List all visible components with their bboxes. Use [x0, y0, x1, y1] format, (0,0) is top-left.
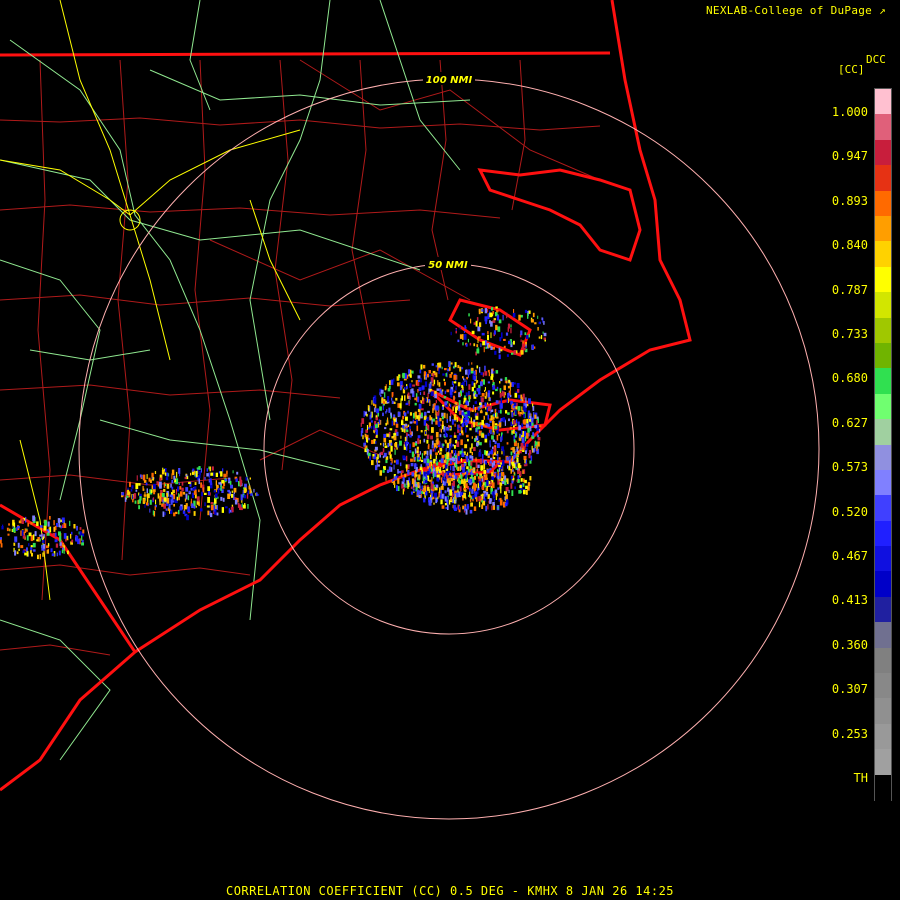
- color-scale-bar: [874, 88, 892, 801]
- color-swatch: [875, 622, 891, 649]
- color-swatch: [875, 774, 891, 801]
- legend-tick-label: 0.253: [831, 726, 868, 741]
- legend-tick-label: 0.573: [831, 460, 868, 475]
- legend-tick-label: 0.947: [831, 149, 868, 164]
- legend-tick-label: 0.467: [831, 549, 868, 563]
- color-swatch: [875, 749, 891, 776]
- legend-tick-label: 0.680: [831, 371, 868, 386]
- range-label-100: 100 NMI: [426, 75, 473, 86]
- color-swatch: [875, 419, 891, 446]
- color-swatch: [875, 469, 891, 496]
- color-swatch: [875, 520, 891, 547]
- color-swatch: [875, 215, 891, 242]
- range-label-50: 50 NMI: [428, 260, 468, 271]
- legend-tick-label: 0.307: [831, 682, 868, 697]
- legend-tick-label: 0.627: [831, 415, 868, 430]
- color-swatch: [875, 698, 891, 725]
- credit-text: NEXLAB-College of DuPage: [705, 4, 873, 17]
- legend-tick-label: 0.520: [831, 504, 868, 519]
- color-swatch: [875, 596, 891, 623]
- color-swatch: [875, 393, 891, 420]
- legend-title: DCC: [866, 53, 886, 66]
- legend-tick-label: 1.000: [831, 105, 868, 119]
- color-swatch: [875, 190, 891, 217]
- radar-map[interactable]: 50 NMI 100 NMI: [0, 0, 900, 900]
- color-swatch: [875, 444, 891, 471]
- credit-label[interactable]: NEXLAB-College of DuPage ↗: [706, 4, 886, 17]
- color-swatch: [875, 571, 891, 598]
- legend-tick-label: 0.733: [831, 327, 868, 341]
- radar-echoes: [0, 306, 547, 560]
- external-link-icon: ↗: [879, 4, 886, 17]
- legend-tick-label: TH: [853, 771, 868, 785]
- product-caption: CORRELATION COEFFICIENT (CC) 0.5 DEG - K…: [225, 884, 675, 898]
- legend-tick-label: 0.840: [831, 238, 868, 253]
- color-swatch: [875, 266, 891, 293]
- color-swatch: [875, 673, 891, 700]
- color-swatch: [875, 495, 891, 522]
- color-swatch: [875, 546, 891, 573]
- color-swatch: [875, 368, 891, 395]
- color-swatch: [875, 317, 891, 344]
- color-swatch: [875, 723, 891, 750]
- color-swatch: [875, 241, 891, 268]
- color-swatch: [875, 139, 891, 166]
- color-swatch: [875, 165, 891, 192]
- coastline: [0, 0, 692, 792]
- legend-tick-label: 0.893: [831, 193, 868, 208]
- legend-tick-label: 0.413: [831, 593, 868, 608]
- legend-tick-label: 0.787: [831, 282, 868, 297]
- legend-unit: [CC]: [838, 63, 865, 76]
- color-swatch: [875, 342, 891, 369]
- color-swatch: [875, 89, 891, 115]
- color-swatch: [875, 114, 891, 141]
- color-swatch: [875, 292, 891, 319]
- color-swatch: [875, 647, 891, 674]
- legend-tick-label: 0.360: [831, 637, 868, 652]
